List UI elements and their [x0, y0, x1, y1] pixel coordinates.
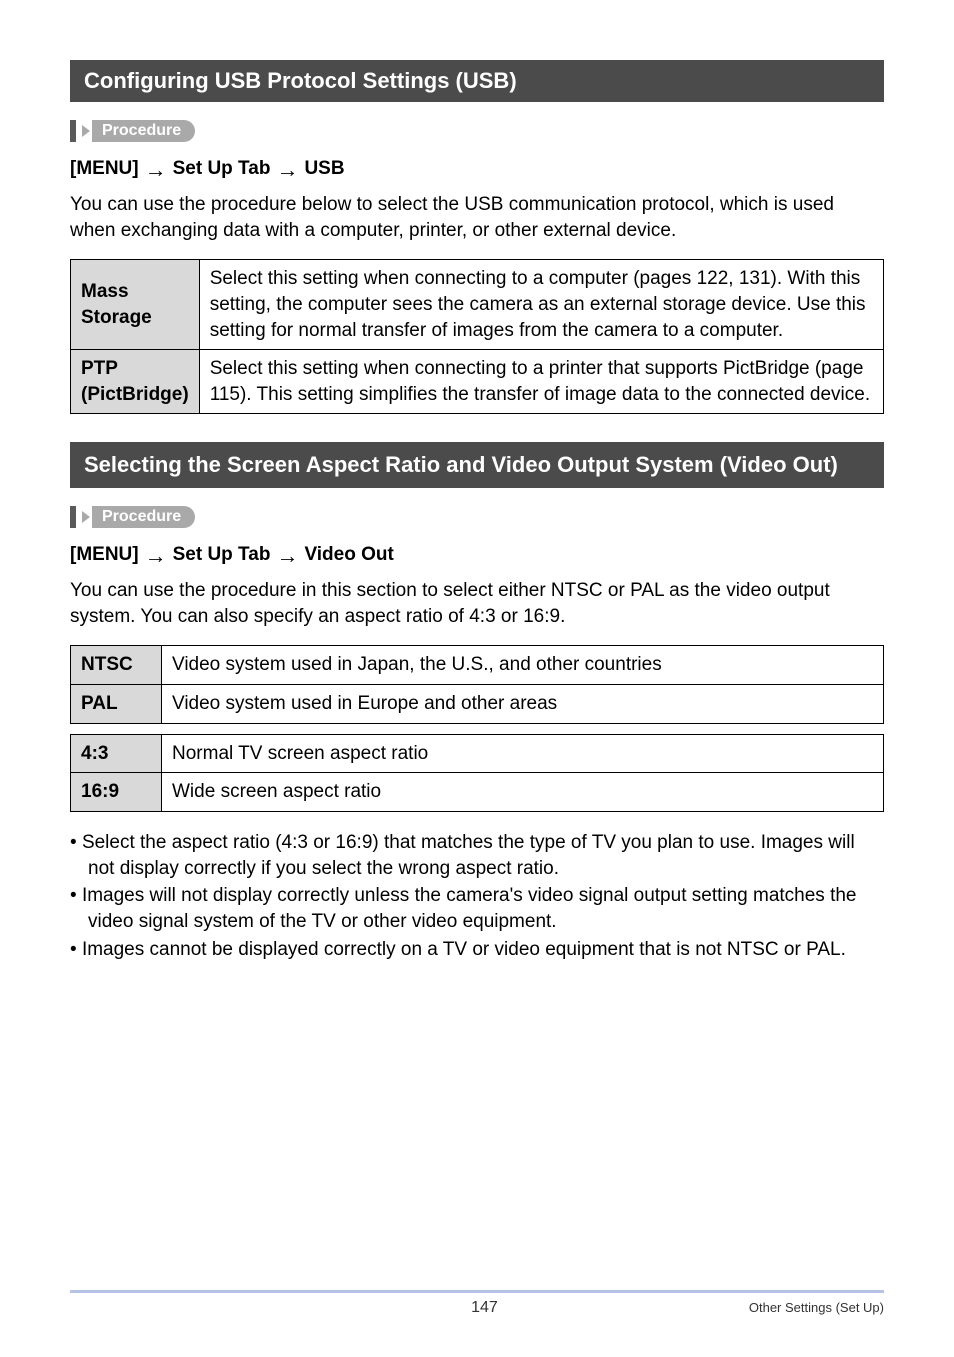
row-body: Select this setting when connecting to a… [199, 260, 883, 350]
procedure-marker-icon [70, 120, 76, 142]
arrow-icon: → [276, 545, 298, 567]
list-item: Images cannot be displayed correctly on … [70, 937, 884, 963]
row-head-line: Mass [81, 281, 129, 302]
section-heading-video: Selecting the Screen Aspect Ratio and Vi… [70, 442, 884, 488]
row-body: Video system used in Japan, the U.S., an… [162, 646, 884, 685]
row-head: NTSC [71, 646, 162, 685]
usb-settings-table: Mass Storage Select this setting when co… [70, 259, 884, 414]
page-number: 147 [220, 1299, 749, 1317]
row-head-mass-storage: Mass Storage [71, 260, 200, 350]
table-row: 16:9 Wide screen aspect ratio [71, 773, 884, 812]
procedure-pill: Procedure [92, 506, 195, 528]
intro-text-video: You can use the procedure in this sectio… [70, 578, 884, 629]
procedure-chevron-icon [82, 511, 90, 523]
row-head-ptp: PTP (PictBridge) [71, 350, 200, 414]
row-head-line: PTP [81, 358, 118, 379]
row-head: 16:9 [71, 773, 162, 812]
page-footer: 147 Other Settings (Set Up) [70, 1250, 884, 1317]
footer-row: 147 Other Settings (Set Up) [70, 1299, 884, 1317]
menu-path-video: [MENU] → Set Up Tab → Video Out [70, 544, 884, 566]
page-container: Configuring USB Protocol Settings (USB) … [0, 0, 954, 1357]
section-heading-usb: Configuring USB Protocol Settings (USB) [70, 60, 884, 102]
row-head: PAL [71, 685, 162, 724]
list-item: Select the aspect ratio (4:3 or 16:9) th… [70, 830, 884, 881]
row-body: Video system used in Europe and other ar… [162, 685, 884, 724]
procedure-marker-icon [70, 506, 76, 528]
footer-section-label: Other Settings (Set Up) [749, 1300, 884, 1315]
table-row: NTSC Video system used in Japan, the U.S… [71, 646, 884, 685]
row-body: Normal TV screen aspect ratio [162, 734, 884, 773]
row-body: Wide screen aspect ratio [162, 773, 884, 812]
table-row: Mass Storage Select this setting when co… [71, 260, 884, 350]
menu-path-part: Set Up Tab [173, 544, 271, 566]
procedure-pill: Procedure [92, 120, 195, 142]
menu-path-part: [MENU] [70, 158, 139, 180]
arrow-icon: → [145, 159, 167, 181]
arrow-icon: → [276, 159, 298, 181]
table-row: PAL Video system used in Europe and othe… [71, 685, 884, 724]
table-row: 4:3 Normal TV screen aspect ratio [71, 734, 884, 773]
table-row: PTP (PictBridge) Select this setting whe… [71, 350, 884, 414]
row-head-line: Storage [81, 307, 152, 328]
menu-path-part: Video Out [304, 544, 393, 566]
procedure-label-row: Procedure [70, 120, 884, 142]
menu-path-usb: [MENU] → Set Up Tab → USB [70, 158, 884, 180]
row-head: 4:3 [71, 734, 162, 773]
procedure-chevron-icon [82, 125, 90, 137]
row-head-line: (PictBridge) [81, 384, 189, 405]
aspect-ratio-table: 4:3 Normal TV screen aspect ratio 16:9 W… [70, 734, 884, 812]
notes-list: Select the aspect ratio (4:3 or 16:9) th… [70, 830, 884, 964]
menu-path-part: [MENU] [70, 544, 139, 566]
arrow-icon: → [145, 545, 167, 567]
menu-path-part: Set Up Tab [173, 158, 271, 180]
video-system-table: NTSC Video system used in Japan, the U.S… [70, 645, 884, 723]
intro-text-usb: You can use the procedure below to selec… [70, 192, 884, 243]
footer-divider [70, 1290, 884, 1293]
menu-path-part: USB [304, 158, 344, 180]
row-body: Select this setting when connecting to a… [199, 350, 883, 414]
procedure-label-row: Procedure [70, 506, 884, 528]
list-item: Images will not display correctly unless… [70, 883, 884, 934]
